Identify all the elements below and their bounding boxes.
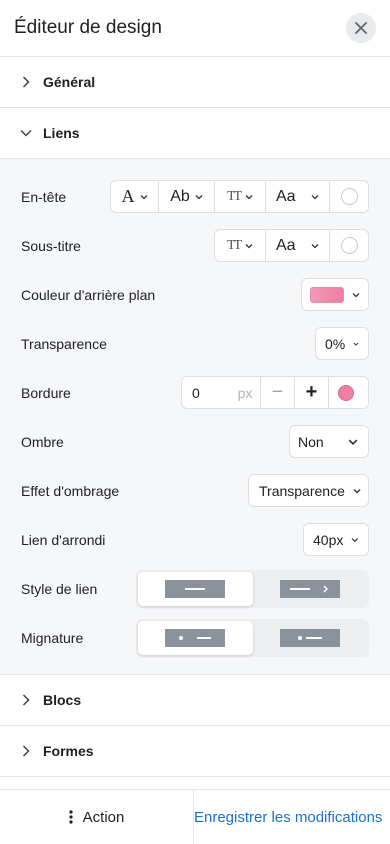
section-general[interactable]: Général [0,57,390,108]
arrondi-select[interactable]: 40px [303,523,369,556]
size-select[interactable]: TT [215,230,266,261]
ombre-select[interactable]: Non [289,425,369,458]
more-vertical-icon [69,810,73,824]
row-transparence: Transparence 0% [0,319,390,368]
row-style: Style de lien [0,564,390,613]
row-entete: En-tête A Ab TT Aa [0,172,390,221]
chevron-down-icon [245,194,253,199]
arrondi-value: 40px [313,531,344,548]
row-bordure: Bordure 0 px − + [0,368,390,417]
case-glyph: Aa [276,236,296,254]
text-size-icon: TT [226,188,242,204]
case-select[interactable]: Aa [266,230,330,261]
row-sous-titre: Sous-titre TT Aa [0,221,390,270]
mignature-segmented-control [136,618,369,657]
section-formes[interactable]: Formes [0,726,390,777]
ombrage-value: Transparence [259,482,345,499]
mignature-label: Mignature [21,629,84,646]
case-glyph: Aa [276,187,296,205]
chevron-down-icon [311,194,319,199]
chevron-down-icon [352,292,360,297]
mignature-option-1[interactable] [138,620,253,655]
bordure-stepper: 0 px − + [181,376,369,409]
row-couleur: Couleur d'arrière plan [0,270,390,319]
chevron-down-icon [311,243,319,248]
weight-select[interactable]: Ab [159,181,215,212]
color-circle-icon [340,237,358,254]
chevron-down-icon [351,537,359,542]
row-ombrage: Effet d'ombrage Transparence [0,466,390,515]
bordure-label: Bordure [21,384,71,401]
chevron-down-icon [195,194,203,199]
color-swatch [310,286,344,303]
section-formes-label: Formes [43,743,94,759]
editor-header: Éditeur de design [0,0,390,57]
ombrage-label: Effet d'ombrage [21,482,120,499]
text-size-icon: TT [226,237,242,253]
close-button[interactable] [346,13,376,43]
style-label: Style de lien [21,580,98,597]
save-changes-button[interactable]: Enregistrer les modifications [194,790,390,844]
ombrage-select[interactable]: Transparence [248,474,369,507]
thumbnail-left-icon [165,628,226,647]
sous-titre-color-picker[interactable] [330,230,368,261]
style-option-plain[interactable] [138,571,253,606]
style-segmented-control [136,569,369,608]
weight-glyph: Ab [170,187,190,205]
entete-controls: A Ab TT Aa [110,180,369,213]
size-select[interactable]: TT [215,181,266,212]
color-dot-icon [337,384,354,401]
thumbnail-inline-icon [279,628,340,647]
couleur-label: Couleur d'arrière plan [21,286,156,303]
case-select[interactable]: Aa [266,181,330,212]
mignature-option-2[interactable] [253,621,368,655]
section-general-label: Général [43,74,96,90]
bordure-unit: px [237,384,253,401]
link-arrow-icon [279,579,340,598]
style-option-arrow[interactable] [253,572,368,606]
sous-titre-label: Sous-titre [21,237,81,254]
chevron-down-icon [245,243,253,248]
increment-button[interactable]: + [294,377,328,408]
ombre-label: Ombre [21,433,64,450]
section-liens[interactable]: Liens [0,108,390,159]
font-select[interactable]: A [111,181,159,212]
row-mignature: Mignature [0,613,390,662]
color-circle-icon [340,188,358,205]
page-title: Éditeur de design [14,17,162,38]
action-button[interactable]: Action [0,790,194,844]
bordure-value-input[interactable]: 0 [182,385,230,401]
chevron-down-icon [348,439,358,445]
chevron-down-icon [19,126,33,140]
chevron-right-icon [19,693,33,707]
font-glyph: A [121,186,135,206]
chevron-down-icon [353,342,359,346]
bordure-color-picker[interactable] [328,377,362,408]
ombre-value: Non [298,433,324,450]
background-color-picker[interactable] [301,278,369,311]
transparence-label: Transparence [21,335,107,352]
sous-titre-controls: TT Aa [214,229,369,262]
editor-footer: Action Enregistrer les modifications [0,789,390,844]
link-plain-icon [165,579,226,598]
action-label: Action [82,808,125,826]
liens-panel: En-tête A Ab TT Aa Sous-titre TT Aa Coul… [0,159,390,675]
close-icon [355,22,367,34]
transparence-select[interactable]: 0% [315,327,369,360]
transparence-value: 0% [325,335,346,352]
decrement-button[interactable]: − [260,377,294,408]
row-arrondi: Lien d'arrondi 40px [0,515,390,564]
entete-color-picker[interactable] [330,181,368,212]
section-blocs-label: Blocs [43,692,82,708]
chevron-down-icon [353,488,361,493]
chevron-right-icon [19,744,33,758]
chevron-down-icon [140,194,147,199]
entete-label: En-tête [21,188,67,205]
section-blocs[interactable]: Blocs [0,675,390,726]
section-liens-label: Liens [43,125,80,141]
arrondi-label: Lien d'arrondi [21,531,106,548]
row-ombre: Ombre Non [0,417,390,466]
chevron-right-icon [19,75,33,89]
